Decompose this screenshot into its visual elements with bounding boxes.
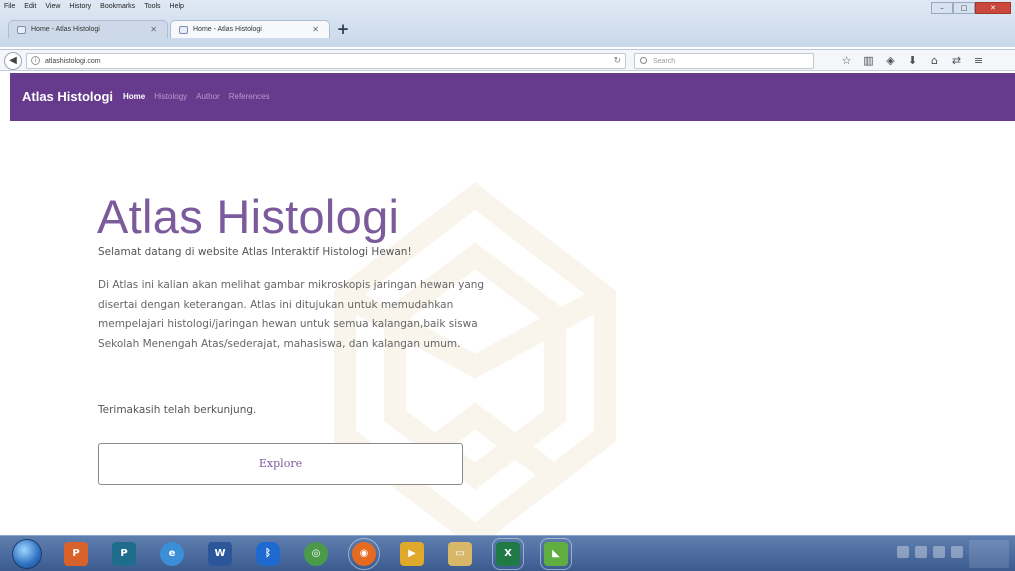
network-icon[interactable] xyxy=(933,546,945,558)
menu-view[interactable]: View xyxy=(45,1,60,13)
page-favicon-icon xyxy=(17,26,26,34)
pocket-icon[interactable]: ◈ xyxy=(882,52,899,69)
search-placeholder: Search xyxy=(653,58,676,65)
powerpoint-icon[interactable]: P xyxy=(64,542,88,566)
ie-icon[interactable]: e xyxy=(160,542,184,566)
minimize-button[interactable]: – xyxy=(931,2,953,14)
media-player-icon[interactable]: ▶ xyxy=(400,542,424,566)
browser-tab-2[interactable]: Home - Atlas Histologi ✕ xyxy=(170,20,330,38)
browser-tab-1[interactable]: Home - Atlas Histologi ✕ xyxy=(8,20,168,38)
nav-home[interactable]: Home xyxy=(123,73,145,121)
bluetooth-icon[interactable]: ᛒ xyxy=(256,542,280,566)
menu-edit[interactable]: Edit xyxy=(24,1,36,13)
browser-navigation-bar: ◀ i atlashistologi.com ↻ Search ☆ ▥ ◈ ⬇ … xyxy=(0,49,1015,71)
maximize-button[interactable]: □ xyxy=(953,2,975,14)
home-icon[interactable]: ⌂ xyxy=(926,52,943,69)
excel-icon[interactable]: X xyxy=(492,538,524,570)
system-clock[interactable] xyxy=(969,540,1009,568)
reload-icon[interactable]: ↻ xyxy=(613,54,621,69)
browser-title-bar: File Edit View History Bookmarks Tools H… xyxy=(0,0,1015,47)
menu-tools[interactable]: Tools xyxy=(144,1,160,13)
site-info-icon[interactable]: i xyxy=(31,56,40,65)
volume-icon[interactable] xyxy=(951,546,963,558)
start-button[interactable] xyxy=(12,539,42,569)
system-tray xyxy=(897,546,963,558)
library-icon[interactable]: ▥ xyxy=(860,52,877,69)
url-bar[interactable]: i atlashistologi.com ↻ xyxy=(26,53,626,69)
welcome-text: Selamat datang di website Atlas Interakt… xyxy=(98,246,412,258)
menu-bookmarks[interactable]: Bookmarks xyxy=(100,1,135,13)
tab-title: Home - Atlas Histologi xyxy=(193,26,262,33)
back-button[interactable]: ◀ xyxy=(4,52,22,70)
menu-help[interactable]: Help xyxy=(170,1,184,13)
chrome-icon[interactable]: ◎ xyxy=(304,542,328,566)
star-icon[interactable]: ☆ xyxy=(838,52,855,69)
tab-close-icon[interactable]: ✕ xyxy=(312,21,319,39)
explorer-icon[interactable]: ▭ xyxy=(448,542,472,566)
sync-icon[interactable]: ⇄ xyxy=(948,52,965,69)
menu-history[interactable]: History xyxy=(69,1,91,13)
browser-search-field[interactable]: Search xyxy=(634,53,814,69)
page-favicon-icon xyxy=(179,26,188,34)
url-text[interactable]: atlashistologi.com xyxy=(45,54,101,69)
browser-toolbar: ☆ ▥ ◈ ⬇ ⌂ ⇄ ≡ xyxy=(838,52,987,69)
page-content: Atlas Histologi Selamat datang di websit… xyxy=(10,121,1015,535)
close-window-button[interactable]: ✕ xyxy=(975,2,1011,14)
download-icon[interactable]: ⬇ xyxy=(904,52,921,69)
app-icon[interactable]: ◣ xyxy=(540,538,572,570)
browser-menu-bar: File Edit View History Bookmarks Tools H… xyxy=(4,1,184,13)
tray-icon[interactable] xyxy=(915,546,927,558)
hero-title: Atlas Histologi xyxy=(97,190,400,243)
tab-close-icon[interactable]: ✕ xyxy=(150,21,157,39)
word-icon[interactable]: W xyxy=(208,542,232,566)
nav-histology[interactable]: Histology xyxy=(154,73,187,121)
tab-strip: Home - Atlas Histologi ✕ Home - Atlas Hi… xyxy=(0,16,1015,38)
site-navbar: Atlas Histologi Home Histology Author Re… xyxy=(10,73,1015,121)
tray-icon[interactable] xyxy=(897,546,909,558)
new-tab-button[interactable]: + xyxy=(334,20,352,38)
thanks-text: Terimakasih telah berkunjung. xyxy=(98,404,257,416)
description-text: Di Atlas ini kalian akan melihat gambar … xyxy=(98,279,485,351)
windows-taskbar: P P e W ᛒ ◎ ◉ ▶ ▭ X ◣ xyxy=(0,535,1015,571)
menu-icon[interactable]: ≡ xyxy=(970,52,987,69)
site-brand[interactable]: Atlas Histologi xyxy=(22,73,113,121)
site-nav-links: Home Histology Author References xyxy=(123,73,270,121)
nav-references[interactable]: References xyxy=(229,73,270,121)
publisher-icon[interactable]: P xyxy=(112,542,136,566)
explore-button[interactable]: Explore xyxy=(98,443,463,485)
window-controls: – □ ✕ xyxy=(931,2,1011,14)
search-icon xyxy=(640,57,647,64)
menu-file[interactable]: File xyxy=(4,1,15,13)
firefox-icon[interactable]: ◉ xyxy=(348,538,380,570)
taskbar-apps: P P e W ᛒ ◎ ◉ ▶ ▭ X ◣ xyxy=(64,538,572,570)
tab-title: Home - Atlas Histologi xyxy=(31,26,100,33)
nav-author[interactable]: Author xyxy=(196,73,220,121)
